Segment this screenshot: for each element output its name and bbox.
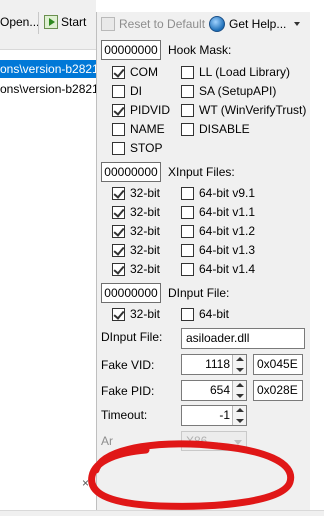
status-bar (0, 510, 324, 516)
red-annotation-scribble (88, 440, 295, 510)
